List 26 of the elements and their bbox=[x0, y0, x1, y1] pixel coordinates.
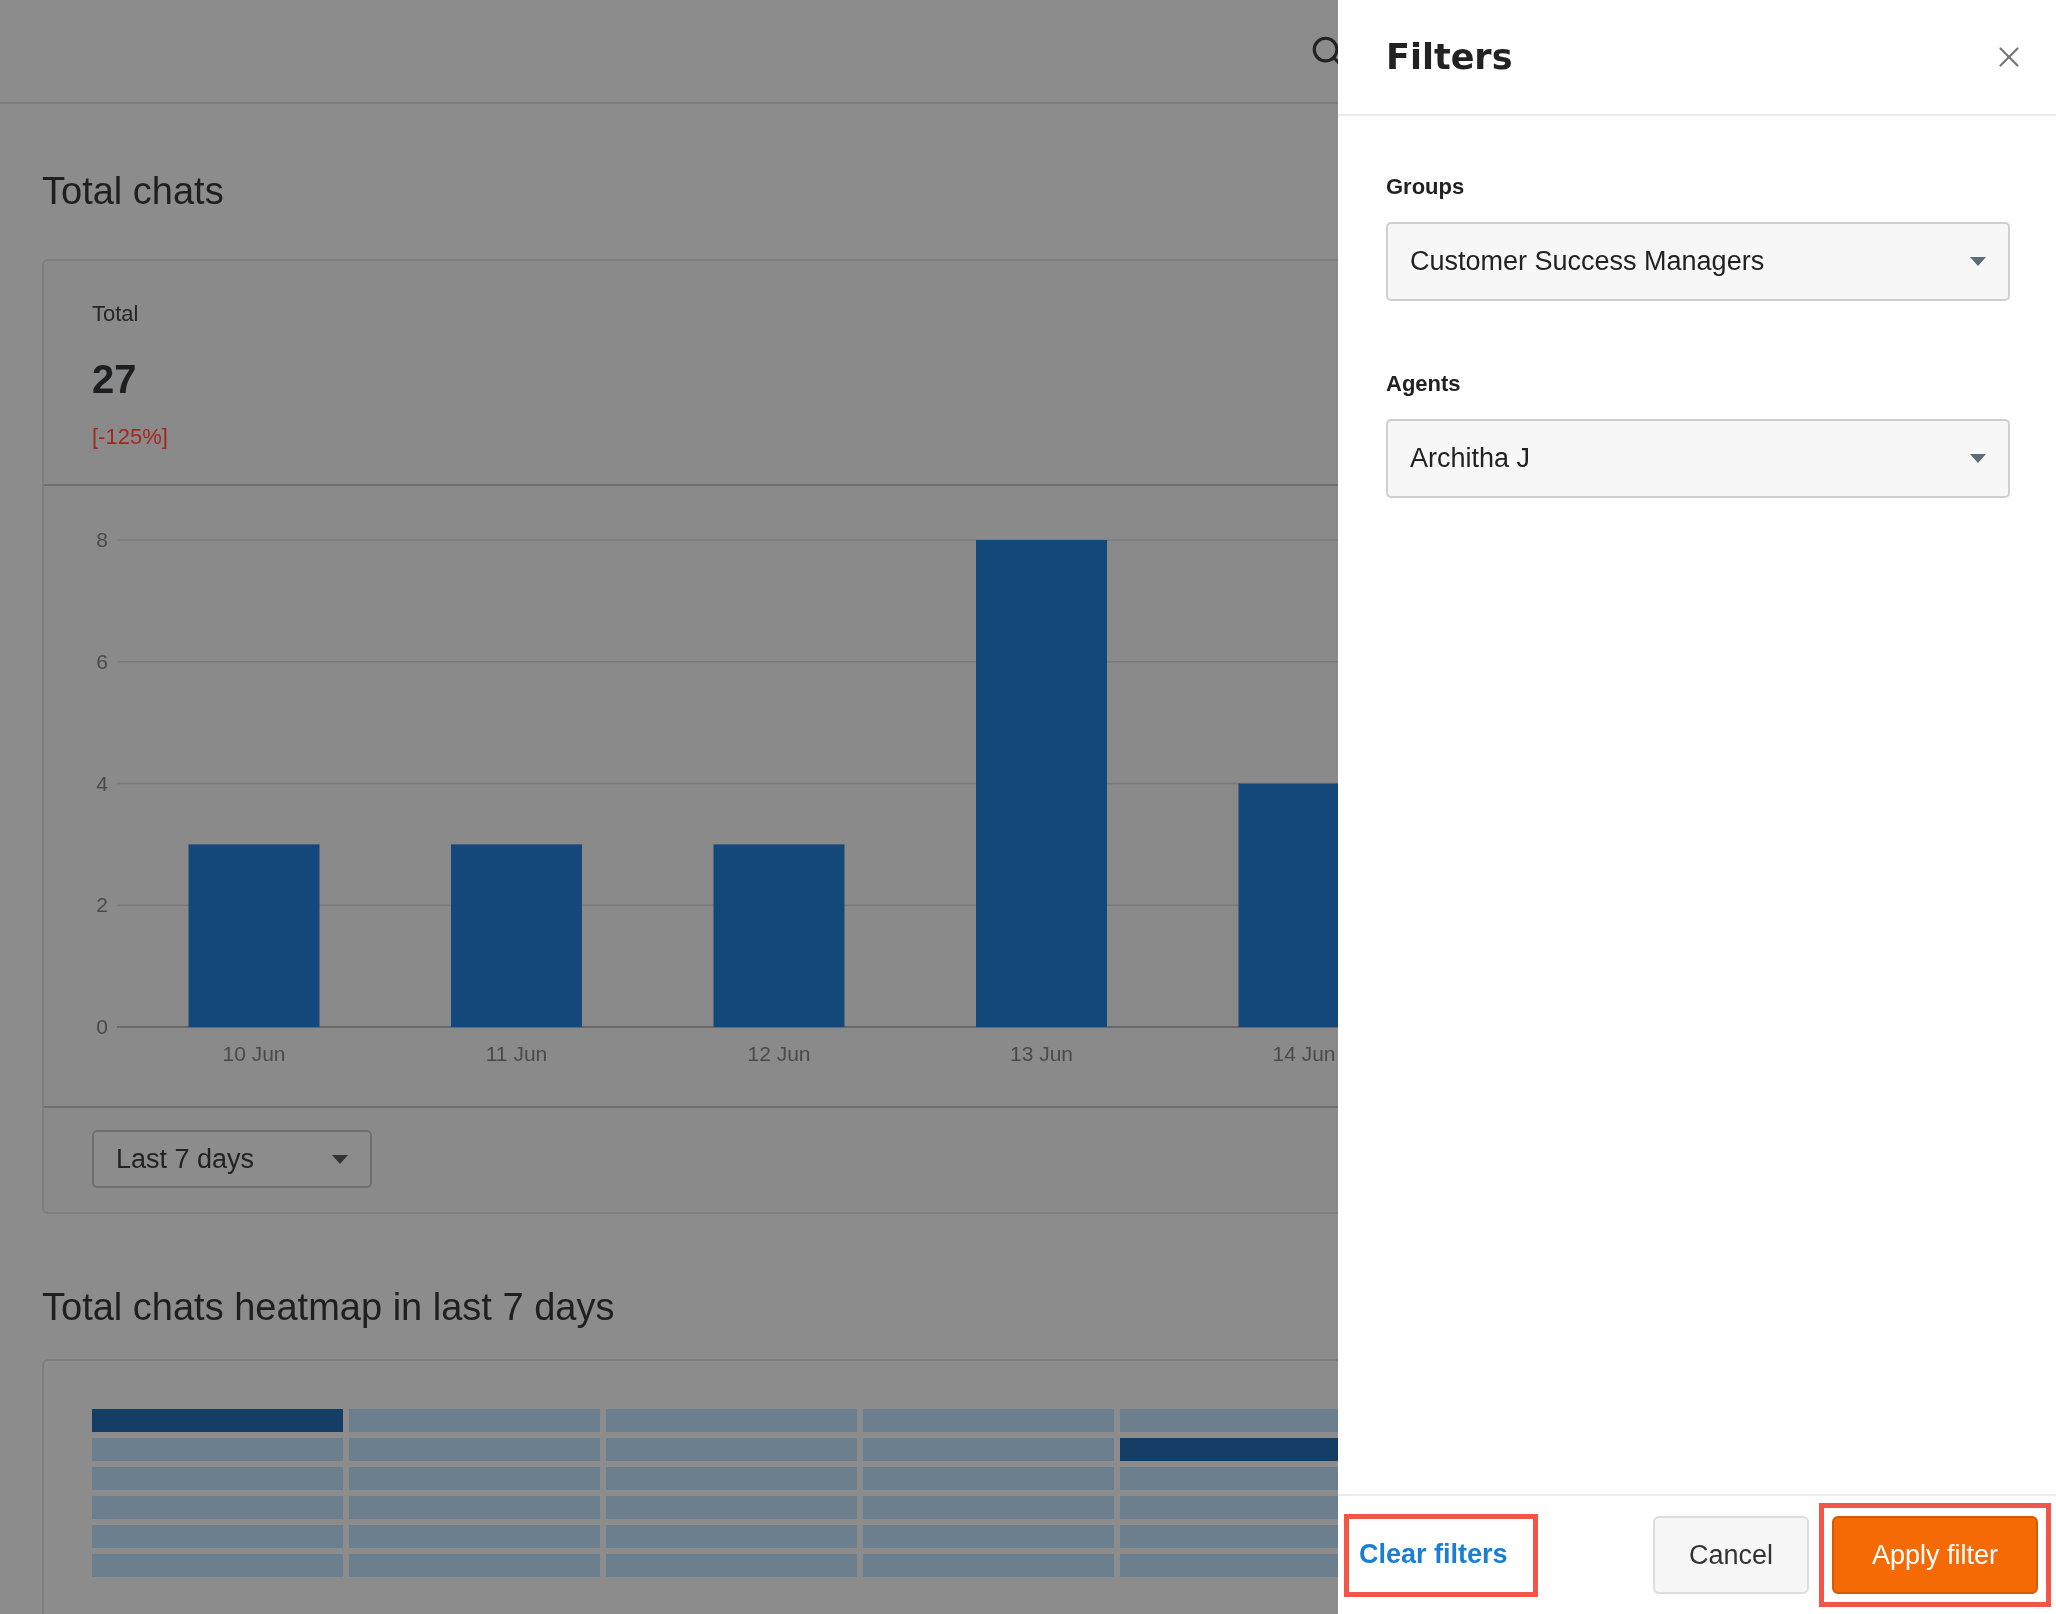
section-title: Total chats bbox=[42, 170, 224, 213]
total-value: 27 bbox=[92, 357, 137, 402]
field-label: Groups bbox=[1386, 174, 1466, 200]
axis-category-label: 13 Jun bbox=[1009, 1042, 1074, 1065]
select-field[interactable]: Customer Success Managers bbox=[1386, 222, 2010, 301]
axis-tick-label: 4 bbox=[96, 771, 108, 795]
axis-category-label: 12 Jun bbox=[747, 1042, 811, 1065]
caret-icon bbox=[332, 1154, 348, 1164]
change-percentage: [-125%] bbox=[92, 424, 168, 450]
axis-tick-label: 2 bbox=[96, 893, 108, 917]
axis-category-label: 11 Jun bbox=[485, 1042, 548, 1065]
axis-tick-label: 8 bbox=[96, 528, 108, 551]
axis-tick-label: 6 bbox=[96, 649, 108, 673]
axis-category-label: 14 Jun bbox=[1272, 1042, 1336, 1065]
section-title: Total chats heatmap in last 7 days bbox=[42, 1286, 615, 1329]
cancel-button[interactable]: Cancel bbox=[1653, 1516, 1809, 1594]
select-field[interactable]: Architha J bbox=[1386, 419, 2010, 498]
total-label: Total bbox=[92, 301, 139, 327]
caret-icon bbox=[1970, 257, 1986, 266]
panel-title: Filters bbox=[1386, 37, 1513, 77]
clear-filters-link[interactable]: Clear filters bbox=[1349, 1518, 1533, 1592]
caret-icon bbox=[1970, 454, 1986, 463]
date-range-dropdown[interactable]: Last 7 days bbox=[92, 1130, 372, 1188]
field-label: Agents bbox=[1386, 371, 1462, 397]
axis-category-label: 10 Jun bbox=[222, 1042, 286, 1065]
axis-tick-label: 0 bbox=[96, 1015, 108, 1038]
